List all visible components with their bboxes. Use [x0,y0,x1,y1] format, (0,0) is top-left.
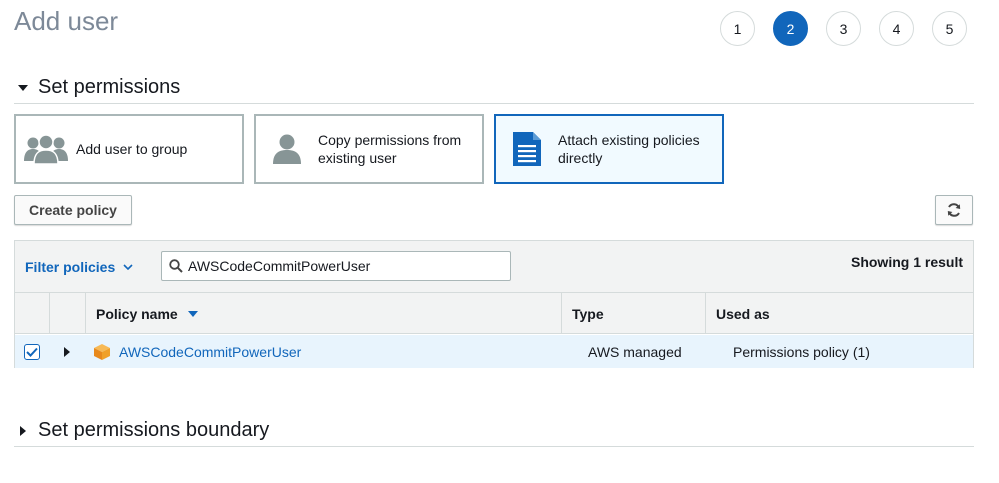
caret-down-icon [16,84,30,91]
users-group-icon [16,133,76,165]
page-title: Add user [14,6,119,36]
search-icon [164,259,188,273]
column-type[interactable]: Type [561,293,705,334]
step-1[interactable]: 1 [720,11,755,46]
policy-search-box[interactable] [161,251,511,281]
option-copy-permissions[interactable]: Copy permissions from existing user [254,114,484,184]
caret-right-icon [16,425,30,436]
column-used-as[interactable]: Used as [705,293,973,334]
section-title: Set permissions boundary [38,419,270,441]
policy-type-cell: AWS managed [588,343,682,360]
result-count: Showing 1 result [850,254,963,270]
step-4[interactable]: 4 [879,11,914,46]
column-label: Policy name [96,305,178,322]
sort-desc-icon [187,310,198,317]
column-label: Type [572,305,604,322]
section-title: Set permissions [38,76,181,98]
refresh-icon [946,202,962,218]
checkmark-icon [24,343,40,360]
option-label: Copy permissions from existing user [318,132,462,166]
aws-managed-policy-icon [94,343,110,360]
set-permissions-header[interactable]: Set permissions [14,76,974,104]
user-icon [256,133,318,165]
option-attach-policies[interactable]: Attach existing policies directly [494,114,724,184]
search-input[interactable] [188,258,488,274]
refresh-button[interactable] [935,195,973,225]
document-icon [496,132,558,166]
option-add-user-to-group[interactable]: Add user to group [14,114,244,184]
filter-policies-dropdown[interactable]: Filter policies [25,259,133,275]
option-label: Attach existing policies directly [558,132,700,166]
create-policy-button[interactable]: Create policy [14,195,132,225]
step-2[interactable]: 2 [773,11,808,46]
chevron-down-icon [123,264,133,270]
step-5[interactable]: 5 [932,11,967,46]
expand-row-caret-icon[interactable] [64,335,70,368]
column-label: Used as [716,305,770,322]
policy-name-cell: AWSCodeCommitPowerUser [94,335,301,368]
column-policy-name[interactable]: Policy name [85,293,561,334]
step-3[interactable]: 3 [826,11,861,46]
expand-column-header [49,293,85,334]
filter-label: Filter policies [25,259,116,275]
wizard-steps: 1 2 3 4 5 [720,11,985,46]
policy-table: Filter policies Showing 1 result Policy … [14,240,974,368]
row-checkbox[interactable] [24,335,40,368]
option-label: Add user to group [76,141,188,157]
policy-used-as-cell: Permissions policy (1) [733,343,870,360]
table-header: Policy name Type Used as [15,293,973,334]
table-row[interactable]: AWSCodeCommitPowerUser AWS managed Permi… [15,335,973,368]
policy-name-link[interactable]: AWSCodeCommitPowerUser [119,344,301,360]
table-toolbar: Filter policies Showing 1 result [15,241,973,293]
set-permissions-boundary-header[interactable]: Set permissions boundary [14,419,974,447]
